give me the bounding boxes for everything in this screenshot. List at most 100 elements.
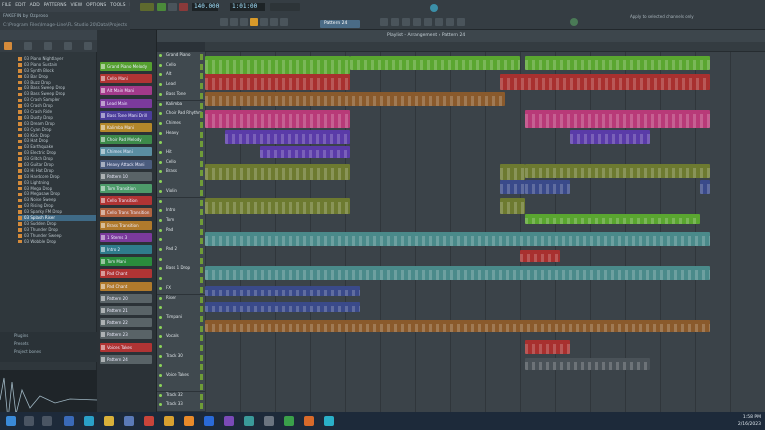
track-mute-led[interactable] [159,306,162,310]
app-icon-blue[interactable] [204,416,214,426]
window-browser-button[interactable] [424,18,432,26]
track-mute-led[interactable] [159,199,162,203]
picker-item[interactable]: Kalimba Mani [100,123,152,132]
browser-search-button[interactable] [24,42,32,50]
clip-purple[interactable] [570,130,650,144]
picker-item[interactable]: Pad Chant [100,269,152,279]
picker-item[interactable]: Heavy Attack Mani [100,159,152,169]
track-mute-led[interactable] [159,160,162,164]
task-view-icon[interactable] [42,416,52,426]
browser-collapse-button[interactable] [4,42,12,50]
track-mute-led[interactable] [159,374,162,378]
track-mute-led[interactable] [159,238,162,242]
window-channelrack-button[interactable] [402,18,410,26]
picker-item[interactable]: Chimes Mani [100,147,152,157]
window-tempo-button[interactable] [446,18,454,26]
clip-green[interactable] [525,214,700,224]
tool-select[interactable] [270,18,278,26]
search-icon[interactable] [24,416,34,426]
window-help-button[interactable] [457,18,465,26]
picker-item[interactable]: Cello Transition [100,196,152,206]
track-mute-led[interactable] [159,73,162,77]
app-icon-purple[interactable] [224,416,234,426]
picker-item[interactable]: Tom Transition [100,184,152,193]
tool-paint[interactable] [230,18,238,26]
track-mute-led[interactable] [159,218,162,222]
tool-mute[interactable] [250,18,258,26]
clip-piano[interactable] [205,56,350,74]
picker-item[interactable]: Pattern 22 [100,318,152,328]
track-mute-led[interactable] [159,364,162,368]
track-mute-led[interactable] [159,228,162,232]
track-mute-led[interactable] [159,393,162,397]
picker-item[interactable]: Pattern 24 [100,354,152,364]
window-mixer-button[interactable] [413,18,421,26]
track-mute-led[interactable] [159,141,162,145]
track-mute-led[interactable] [159,335,162,339]
track-mute-led[interactable] [159,112,162,116]
picker-item[interactable]: Pattern 20 [100,293,152,303]
track-mute-led[interactable] [159,277,162,281]
picker-item[interactable]: Lead Main [100,98,152,108]
track-mute-led[interactable] [159,102,162,106]
track-mute-led[interactable] [159,315,162,319]
tool-draw[interactable] [220,18,228,26]
clip-olive[interactable] [500,198,525,214]
picker-item[interactable]: Pattern 23 [100,330,152,340]
taskbar-clock[interactable]: 1:58 PM 2/16/2023 [731,414,761,428]
window-playlist-button[interactable] [380,18,388,26]
clip-blue[interactable] [205,286,360,296]
window-plugin-button[interactable] [435,18,443,26]
chrome-icon[interactable] [164,416,174,426]
clip-piano[interactable] [350,56,520,70]
picker-item[interactable]: Grand Piano Melody [100,62,152,71]
clip-blue[interactable] [700,180,710,194]
track-mute-led[interactable] [159,83,162,87]
browser-view-button[interactable] [44,42,52,50]
clip-blue[interactable] [500,180,525,194]
clip-pink[interactable] [205,110,350,128]
track-mute-led[interactable] [159,267,162,271]
track-mute-led[interactable] [159,131,162,135]
track-mute-led[interactable] [159,121,162,125]
clip-orange[interactable] [205,92,505,106]
tool-delete[interactable] [240,18,248,26]
track-header[interactable]: Track 33 [157,401,205,412]
pattern-song-toggle[interactable] [140,3,154,11]
clip-olive[interactable] [205,164,350,180]
clip-purple[interactable] [225,130,350,144]
menu-patterns[interactable]: PATTERNS [42,0,69,12]
browser-tag-button[interactable] [64,42,72,50]
clip-gray[interactable] [525,358,650,370]
picker-item[interactable]: Pad Chant [100,281,152,291]
track-mute-led[interactable] [159,286,162,290]
clip-olive[interactable] [525,164,710,178]
store-icon[interactable] [124,416,134,426]
record-button[interactable] [179,3,188,11]
track-mute-led[interactable] [159,296,162,300]
menu-add[interactable]: ADD [28,0,42,12]
clip-pink[interactable] [525,110,710,128]
snap-button[interactable] [270,3,300,11]
track-mute-led[interactable] [159,151,162,154]
clip-blue[interactable] [525,180,570,194]
playlist-timeline[interactable] [205,42,765,52]
clip-olive[interactable] [500,164,525,180]
tool-slice[interactable] [260,18,268,26]
browser-folder-plugins[interactable]: Plugins [0,332,97,340]
picker-item[interactable]: Pattern 10 [100,171,152,181]
explorer-icon[interactable] [104,416,114,426]
menu-file[interactable]: FILE [0,0,13,12]
clip-purple[interactable] [260,146,350,158]
track-mute-led[interactable] [159,180,162,184]
app-icon-cyan[interactable] [324,416,334,426]
app-icon-teal[interactable] [244,416,254,426]
windows-start-icon[interactable] [6,416,16,426]
clip-blue[interactable] [205,302,360,312]
picker-item[interactable]: Choir Pad Melody [100,135,152,145]
picker-item[interactable]: Cello Mani [100,74,152,84]
picker-item[interactable]: Tom Mani [100,257,152,267]
picker-item[interactable]: Cello Trans Transition [100,208,152,218]
track-mute-led[interactable] [159,63,162,67]
clip-olive[interactable] [205,198,350,214]
